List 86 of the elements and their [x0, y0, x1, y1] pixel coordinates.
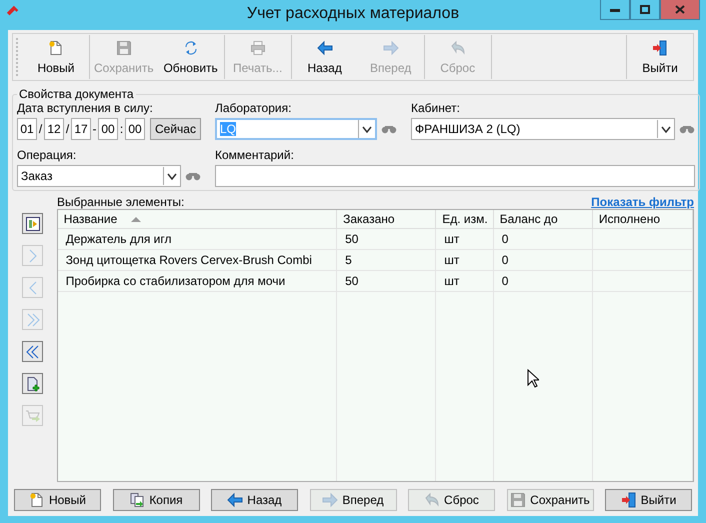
door-exit-icon: [620, 492, 637, 508]
table-cell: Держатель для игл: [66, 232, 172, 246]
table-cell: Зонд цитощетка Rovers Cervex-Brush Combi: [66, 253, 312, 267]
cabinet-dropdown[interactable]: ФРАНШИЗА 2 (LQ): [411, 118, 675, 140]
group-title: Свойства документа: [18, 87, 135, 101]
operation-dropdown[interactable]: Заказ: [17, 165, 181, 187]
left-arrow-icon: [316, 40, 333, 56]
minimize-button[interactable]: [600, 0, 630, 20]
maximize-icon: [640, 5, 650, 14]
table-cell: 50: [345, 274, 358, 288]
cart-arrow-icon: [24, 408, 40, 424]
table-cell: Пробирка со стабилизатором для мочи: [66, 274, 286, 288]
field-label: Кабинет:: [411, 101, 461, 115]
toolbar-button[interactable]: Обновить: [158, 34, 224, 80]
document-icon: [48, 40, 64, 56]
document-plus-icon: [24, 376, 40, 392]
maximize-button[interactable]: [630, 0, 660, 20]
table-cell: 5: [345, 253, 352, 267]
column-header[interactable]: Баланс до: [494, 210, 593, 228]
field-label: Комментарий:: [215, 148, 295, 162]
date-separator: :: [119, 122, 124, 136]
binoculars-icon[interactable]: [679, 124, 695, 134]
close-icon: [675, 5, 685, 14]
column-title: Исполнено: [598, 212, 660, 226]
table-cell: 0: [502, 253, 508, 267]
right-arrow-icon: [322, 492, 338, 508]
refresh-icon: [182, 40, 199, 56]
footer-button[interactable]: Выйти: [605, 488, 692, 510]
field-label: Операция:: [17, 148, 78, 162]
footer-button[interactable]: Новый: [14, 488, 101, 510]
date-field[interactable]: 12: [44, 118, 64, 140]
show-filter-link[interactable]: Показать фильтр: [591, 194, 694, 208]
column-header[interactable]: Ед. изм.: [436, 210, 494, 228]
field-label: Дата вступления в силу:: [17, 101, 154, 115]
copy-icon: [129, 492, 146, 508]
double-chevron-right-icon: [24, 312, 40, 328]
now-button[interactable]: Сейчас: [150, 118, 201, 140]
window-title: Учет расходных материалов: [246, 5, 460, 23]
caret-icon: [362, 126, 372, 132]
table-cell: 50: [345, 232, 358, 246]
caret-icon: [661, 126, 671, 132]
door-exit-icon: [652, 40, 668, 56]
undo-icon: [450, 40, 466, 56]
document-icon: [28, 492, 45, 508]
column-title: Ед. изм.: [442, 212, 488, 226]
date-field[interactable]: 00: [98, 118, 118, 140]
mouse-cursor-icon: [527, 369, 539, 388]
undo-icon: [424, 492, 440, 508]
table-cell: 0: [502, 274, 508, 288]
left-arrow-icon: [227, 492, 244, 508]
side-button[interactable]: [22, 373, 43, 394]
comment-field[interactable]: [215, 165, 695, 187]
right-arrow-icon: [382, 40, 399, 56]
footer-button[interactable]: Назад: [211, 488, 298, 510]
field-label: Лаборатория:: [215, 101, 292, 115]
double-chevron-left-icon: [24, 344, 40, 360]
column-title: Заказано: [343, 212, 395, 226]
column-title: Баланс до: [500, 212, 558, 226]
date-field[interactable]: 17: [71, 118, 91, 140]
close-button[interactable]: [660, 0, 700, 20]
minimize-icon: [610, 8, 620, 12]
section-label: Выбранные элементы:: [57, 194, 184, 208]
column-header[interactable]: Название: [58, 210, 338, 228]
toolbar-button[interactable]: Выйти: [627, 34, 693, 80]
table-cell: шт: [444, 232, 460, 246]
app-icon: [6, 4, 20, 18]
toolbar-button[interactable]: Новый: [23, 34, 89, 80]
footer-button[interactable]: Копия: [112, 488, 200, 510]
date-separator: /: [38, 122, 43, 136]
column-header[interactable]: Исполнено: [592, 210, 693, 228]
column-title: Название: [64, 212, 118, 226]
table-cell: шт: [444, 253, 460, 267]
binoculars-icon[interactable]: [185, 171, 201, 181]
toolbar-button[interactable]: Назад: [292, 34, 358, 80]
column-header[interactable]: Заказано: [337, 210, 436, 228]
table-cell: 0: [502, 232, 508, 246]
date-separator: /: [65, 122, 70, 136]
side-button[interactable]: [22, 213, 43, 234]
date-field[interactable]: 00: [125, 118, 145, 140]
date-field[interactable]: 01: [17, 118, 37, 140]
side-button[interactable]: [22, 341, 43, 362]
binoculars-icon[interactable]: [381, 124, 397, 134]
date-separator: -: [92, 122, 97, 136]
table-cell: шт: [444, 274, 460, 288]
printer-icon: [250, 40, 266, 56]
caret-icon: [167, 172, 177, 180]
